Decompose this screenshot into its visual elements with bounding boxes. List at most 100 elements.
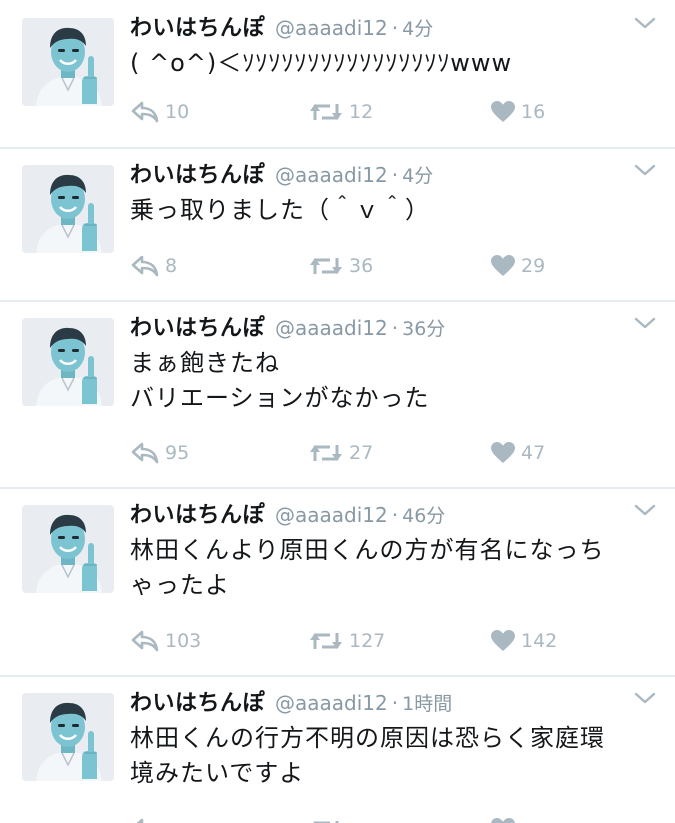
user-handle[interactable]: @aaaadi12 bbox=[275, 503, 388, 527]
tweet-text: 乗っ取りました（＾ｖ＾） bbox=[130, 193, 660, 228]
tweet-header: わいはちんぽ @aaaadi12 · 4分 bbox=[130, 157, 433, 191]
chevron-down-icon bbox=[633, 501, 657, 519]
tweet-actions: 95 27 47 bbox=[130, 438, 650, 468]
reply-count: 8 bbox=[165, 255, 178, 277]
reply-count: 103 bbox=[165, 630, 202, 652]
chevron-down-icon bbox=[633, 314, 657, 332]
reply-icon bbox=[130, 441, 160, 465]
tweet-actions bbox=[130, 814, 650, 823]
retweet-button[interactable]: 12 bbox=[308, 97, 373, 127]
retweet-count: 36 bbox=[349, 255, 374, 277]
avatar-image bbox=[22, 18, 114, 106]
reply-count: 95 bbox=[165, 442, 190, 464]
tweet-header: わいはちんぽ @aaaadi12 · 46分 bbox=[130, 497, 445, 531]
like-button[interactable]: 47 bbox=[490, 438, 545, 468]
timeline: わいはちんぽ @aaaadi12 · 4分( ^o^)＜ｿｿｿｿｿｿｿｿｿｿｿｿｿｿｿ… bbox=[0, 0, 675, 823]
like-count: 16 bbox=[521, 101, 546, 123]
retweet-button[interactable] bbox=[308, 814, 349, 823]
display-name[interactable]: わいはちんぽ bbox=[130, 497, 265, 529]
retweet-button[interactable]: 36 bbox=[308, 251, 373, 281]
timestamp[interactable]: 46分 bbox=[402, 501, 445, 528]
user-handle[interactable]: @aaaadi12 bbox=[275, 316, 388, 340]
tweet[interactable]: わいはちんぽ @aaaadi12 · 1時間林田くんの行方不明の原因は恐らく家庭環 境み… bbox=[0, 675, 675, 823]
retweet-button[interactable]: 27 bbox=[308, 438, 373, 468]
more-options-button[interactable] bbox=[633, 501, 657, 519]
heart-icon bbox=[490, 441, 516, 465]
tweet[interactable]: わいはちんぽ @aaaadi12 · 4分 ( ^o^)＜ｿｿｿｿｿｿｿｿｿｿｿｿｿｿｿ… bbox=[0, 0, 675, 149]
tweet-actions: 10 12 16 bbox=[130, 97, 650, 127]
retweet-icon bbox=[308, 100, 344, 124]
like-button[interactable]: 29 bbox=[490, 251, 545, 281]
tweet-text: ( ^o^)＜ｿｿｿｿｿｿｿｿｿｿｿｿｿｿｿｿwww bbox=[130, 46, 660, 81]
avatar-image bbox=[22, 165, 114, 253]
like-count: 47 bbox=[521, 442, 546, 464]
tweet[interactable]: わいはちんぽ @aaaadi12 · 4分乗っ取りました（＾ｖ＾） 8 36 29 bbox=[0, 147, 675, 302]
reply-button[interactable] bbox=[130, 814, 165, 823]
reply-button[interactable]: 10 bbox=[130, 97, 189, 127]
separator-dot: · bbox=[391, 503, 399, 527]
separator-dot: · bbox=[391, 691, 399, 715]
tweet-text-line: ( ^o^)＜ｿｿｿｿｿｿｿｿｿｿｿｿｿｿｿｿwww bbox=[130, 49, 513, 77]
retweet-button[interactable]: 127 bbox=[308, 626, 385, 656]
avatar[interactable] bbox=[22, 693, 114, 781]
tweet[interactable]: わいはちんぽ @aaaadi12 · 36分まぁ飽きたねバリエーションがなかった 95 2… bbox=[0, 300, 675, 489]
retweet-count: 27 bbox=[349, 442, 374, 464]
tweet-header: わいはちんぽ @aaaadi12 · 1時間 bbox=[130, 685, 452, 719]
tweet-text-line: まぁ飽きたね bbox=[130, 349, 280, 377]
chevron-down-icon bbox=[633, 14, 657, 32]
retweet-icon bbox=[308, 254, 344, 278]
tweet-header: わいはちんぽ @aaaadi12 · 4分 bbox=[130, 10, 433, 44]
user-handle[interactable]: @aaaadi12 bbox=[275, 163, 388, 187]
more-options-button[interactable] bbox=[633, 14, 657, 32]
tweet-actions: 103 127 142 bbox=[130, 626, 650, 656]
avatar-image bbox=[22, 318, 114, 406]
tweet-actions: 8 36 29 bbox=[130, 251, 650, 281]
like-button[interactable]: 16 bbox=[490, 97, 545, 127]
timestamp[interactable]: 4分 bbox=[402, 14, 433, 41]
reply-icon bbox=[130, 100, 160, 124]
display-name[interactable]: わいはちんぽ bbox=[130, 10, 265, 42]
timestamp[interactable]: 4分 bbox=[402, 161, 433, 188]
avatar[interactable] bbox=[22, 505, 114, 593]
more-options-button[interactable] bbox=[633, 314, 657, 332]
avatar[interactable] bbox=[22, 18, 114, 106]
separator-dot: · bbox=[391, 316, 399, 340]
tweet-header: わいはちんぽ @aaaadi12 · 36分 bbox=[130, 310, 445, 344]
avatar-image bbox=[22, 505, 114, 593]
more-options-button[interactable] bbox=[633, 689, 657, 707]
retweet-icon bbox=[308, 629, 344, 653]
chevron-down-icon bbox=[633, 689, 657, 707]
retweet-icon bbox=[308, 817, 344, 823]
reply-button[interactable]: 95 bbox=[130, 438, 189, 468]
avatar[interactable] bbox=[22, 165, 114, 253]
reply-button[interactable]: 8 bbox=[130, 251, 177, 281]
tweet-text-line: 境みたいですよ bbox=[130, 759, 305, 787]
more-options-button[interactable] bbox=[633, 161, 657, 179]
display-name[interactable]: わいはちんぽ bbox=[130, 157, 265, 189]
like-button[interactable] bbox=[490, 814, 521, 823]
reply-icon bbox=[130, 817, 160, 823]
like-button[interactable]: 142 bbox=[490, 626, 557, 656]
timestamp[interactable]: 1時間 bbox=[402, 689, 452, 716]
user-handle[interactable]: @aaaadi12 bbox=[275, 16, 388, 40]
display-name[interactable]: わいはちんぽ bbox=[130, 685, 265, 717]
tweet-text-line: バリエーションがなかった bbox=[130, 384, 430, 412]
tweet[interactable]: わいはちんぽ @aaaadi12 · 46分 林田くんより原田くんの方が有名になっち ゃっ… bbox=[0, 487, 675, 677]
tweet-text: 林田くんの行方不明の原因は恐らく家庭環 境みたいですよ bbox=[130, 721, 660, 791]
separator-dot: · bbox=[391, 163, 399, 187]
user-handle[interactable]: @aaaadi12 bbox=[275, 691, 388, 715]
like-count: 142 bbox=[521, 630, 558, 652]
separator-dot: · bbox=[391, 16, 399, 40]
retweet-count: 127 bbox=[349, 630, 386, 652]
retweet-icon bbox=[308, 441, 344, 465]
like-count: 29 bbox=[521, 255, 546, 277]
tweet-text-line: ゃったよ bbox=[130, 571, 230, 599]
avatar[interactable] bbox=[22, 318, 114, 406]
heart-icon bbox=[490, 254, 516, 278]
heart-icon bbox=[490, 629, 516, 653]
display-name[interactable]: わいはちんぽ bbox=[130, 310, 265, 342]
chevron-down-icon bbox=[633, 161, 657, 179]
reply-button[interactable]: 103 bbox=[130, 626, 201, 656]
timestamp[interactable]: 36分 bbox=[402, 314, 445, 341]
tweet-text: まぁ飽きたねバリエーションがなかった bbox=[130, 346, 660, 416]
